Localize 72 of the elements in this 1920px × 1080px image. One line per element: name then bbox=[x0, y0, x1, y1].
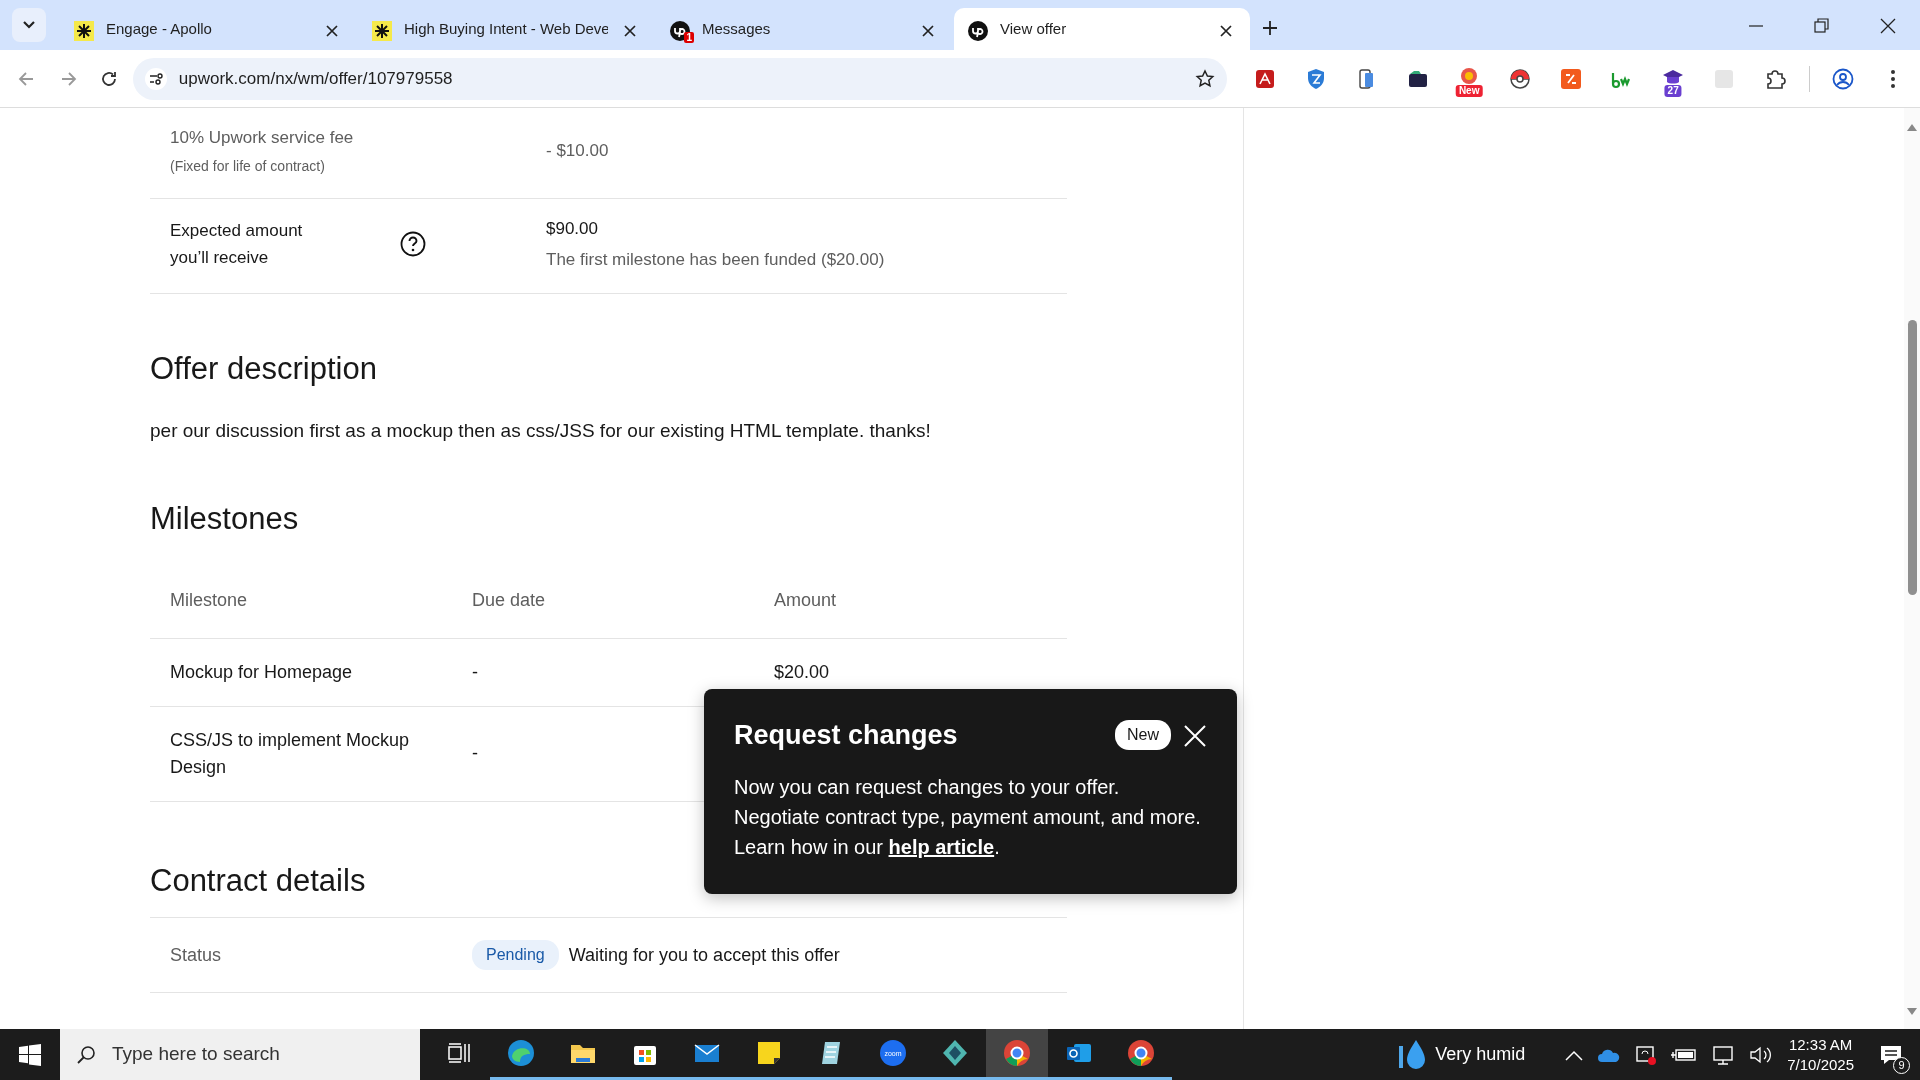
close-icon[interactable] bbox=[624, 24, 636, 37]
close-icon bbox=[1183, 723, 1207, 748]
row-note: The first milestone has been funded ($20.00) bbox=[546, 248, 885, 271]
row-value: $90.00 bbox=[546, 217, 599, 240]
minimize-icon bbox=[1749, 25, 1763, 27]
taskbar-search-field[interactable]: Type here to search bbox=[110, 1039, 400, 1070]
chevron-up-icon[interactable] bbox=[1565, 1048, 1584, 1061]
section-heading: Contract details bbox=[150, 861, 366, 899]
weather-text: Very humid bbox=[1435, 1043, 1526, 1066]
asterisk-logo-icon bbox=[372, 21, 392, 42]
chrome-browser-icon bbox=[1002, 1038, 1032, 1068]
clock-date[interactable]: 7/10/2025 bbox=[1787, 1054, 1854, 1075]
tab-search-button[interactable] bbox=[12, 8, 46, 42]
security-icon[interactable] bbox=[1635, 1043, 1658, 1066]
offer-description-text: per our discussion first as a mockup then as css/JSS for our existing HTML template. thanks! bbox=[150, 419, 932, 444]
table-cell: CSS/JS to implement Mockup Design bbox=[150, 706, 452, 802]
extension-button[interactable]: 27 bbox=[1655, 60, 1692, 97]
row-value: - $10.00 bbox=[546, 140, 609, 163]
notification-badge: 1 bbox=[684, 32, 694, 43]
section-heading: Offer description bbox=[150, 349, 377, 388]
chrome-browser-icon bbox=[1126, 1038, 1156, 1068]
extension-button[interactable]: New bbox=[1451, 60, 1488, 97]
browser-tab[interactable]: Engage - Apollo bbox=[60, 8, 356, 50]
more-menu-icon bbox=[1889, 68, 1896, 89]
up-logo-icon bbox=[670, 21, 690, 42]
browser-tab[interactable]: 1 Messages bbox=[656, 8, 952, 50]
taskbar-search-box[interactable]: Type here to search bbox=[60, 1029, 420, 1080]
scrollbar-thumb[interactable] bbox=[1908, 320, 1917, 595]
row-label: Status bbox=[170, 943, 223, 967]
volume-icon[interactable] bbox=[1749, 1044, 1774, 1065]
ball-extension-icon bbox=[1508, 66, 1533, 91]
scroll-down-icon[interactable] bbox=[1907, 1007, 1917, 1016]
section-heading: Milestones bbox=[150, 499, 299, 537]
clock-time[interactable]: 12:33 AM bbox=[1787, 1034, 1854, 1055]
task-view-icon bbox=[448, 1043, 470, 1063]
browser-app-icon bbox=[506, 1038, 536, 1068]
new-badge: New bbox=[1115, 720, 1171, 751]
battery-icon[interactable] bbox=[1671, 1046, 1698, 1063]
column-header: Due date bbox=[452, 552, 754, 639]
up-logo-icon bbox=[968, 21, 988, 42]
status-badge: Pending bbox=[472, 940, 559, 970]
table-cell: Mockup for Homepage bbox=[150, 638, 452, 707]
scroll-up-icon[interactable] bbox=[1907, 122, 1917, 131]
site-settings-icon[interactable] bbox=[144, 67, 167, 90]
diamond-app-icon bbox=[940, 1038, 970, 1068]
status-text: Waiting for you to accept this offer bbox=[568, 943, 840, 967]
close-icon bbox=[1878, 16, 1898, 36]
help-icon[interactable] bbox=[400, 230, 426, 257]
asterisk-logo-icon bbox=[74, 21, 94, 42]
restore-icon bbox=[1812, 16, 1832, 36]
bookmark-star-icon[interactable] bbox=[1195, 68, 1216, 89]
network-icon[interactable] bbox=[1711, 1043, 1736, 1066]
close-button[interactable] bbox=[1183, 722, 1207, 748]
help-article-link[interactable]: help article bbox=[888, 835, 995, 858]
row-label: Expected amount you’ll receive bbox=[170, 219, 304, 269]
notification-count: 9 bbox=[1893, 1057, 1910, 1074]
row-label: 10% Upwork service fee bbox=[170, 127, 355, 149]
percent-extension-icon bbox=[1559, 66, 1584, 91]
row-sublabel: (Fixed for life of contract) bbox=[170, 157, 326, 177]
plus-icon bbox=[1262, 20, 1278, 36]
close-icon[interactable] bbox=[1220, 24, 1232, 37]
chevron-down-icon bbox=[22, 20, 36, 30]
windows-logo-icon bbox=[19, 1043, 41, 1066]
column-header: Amount bbox=[754, 552, 1067, 639]
search-icon bbox=[76, 1044, 96, 1065]
profile-icon bbox=[1831, 67, 1854, 90]
browser-tab[interactable]: View offer bbox=[954, 8, 1250, 50]
close-icon[interactable] bbox=[326, 24, 338, 37]
count-badge: New bbox=[1455, 84, 1483, 97]
close-icon[interactable] bbox=[922, 24, 934, 37]
notifications-button[interactable]: 9 bbox=[1868, 1029, 1914, 1080]
column-header: Milestone bbox=[150, 552, 452, 639]
